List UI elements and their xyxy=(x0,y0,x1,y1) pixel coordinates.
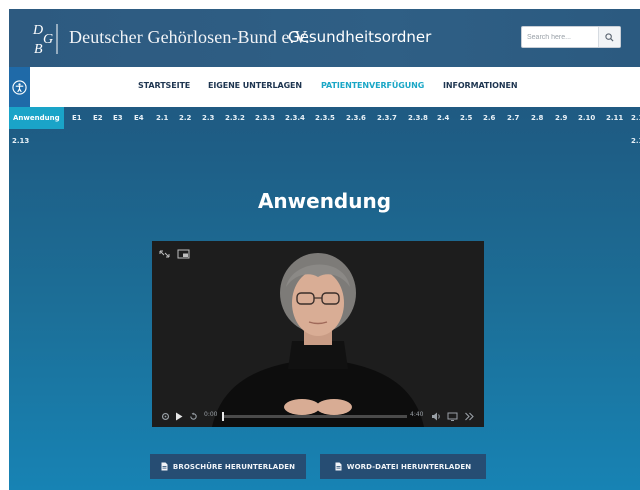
screen-icon xyxy=(447,412,457,421)
tab-anwendung[interactable]: Anwendung xyxy=(9,107,64,129)
progress-handle[interactable] xyxy=(222,412,224,421)
tab-2-3-8[interactable]: 2.3.8 xyxy=(408,107,428,129)
tab-2-13[interactable]: 2.13 xyxy=(12,133,29,149)
volume-button[interactable] xyxy=(430,411,442,421)
nav-item-eigene-unterlagen[interactable]: EIGENE UNTERLAGEN xyxy=(208,81,302,90)
play-button[interactable] xyxy=(174,411,184,421)
search-button[interactable] xyxy=(598,27,620,47)
more-button[interactable] xyxy=(463,411,475,421)
chapter-tabs-row2: 2.13 2.1 xyxy=(9,133,640,149)
tab-2-9[interactable]: 2.9 xyxy=(555,107,567,129)
tab-2-10[interactable]: 2.10 xyxy=(578,107,595,129)
video-frame-image xyxy=(152,241,484,427)
site-title[interactable]: Gesundheitsordner xyxy=(288,28,431,46)
tab-2-11[interactable]: 2.11 xyxy=(606,107,623,129)
tab-2-5[interactable]: 2.5 xyxy=(460,107,472,129)
svg-text:B: B xyxy=(34,42,43,56)
nav-item-startseite[interactable]: STARTSEITE xyxy=(138,81,190,90)
chapter-tabs: Anwendung E1 E2 E3 E4 2.1 2.2 2.3 2.3.2 … xyxy=(9,107,640,129)
tab-2-6[interactable]: 2.6 xyxy=(483,107,495,129)
replay-icon xyxy=(189,411,197,420)
download-word-button[interactable]: WORD-DATEI HERUNTERLADEN xyxy=(320,454,486,479)
current-time: 0:00 xyxy=(204,411,218,418)
site-header: D G B Deutscher Gehörlosen-Bund e.V. Ges… xyxy=(9,9,640,67)
settings-button[interactable] xyxy=(160,411,170,421)
video-controls: 0:00 4:40 xyxy=(152,405,484,427)
dgb-logo-icon[interactable]: D G B xyxy=(31,20,65,56)
tab-2-3-5[interactable]: 2.3.5 xyxy=(315,107,335,129)
chevron-right-double-icon xyxy=(464,412,474,420)
cast-button[interactable] xyxy=(446,411,458,421)
video-player[interactable]: 0:00 4:40 xyxy=(152,241,484,427)
tab-2-3-4[interactable]: 2.3.4 xyxy=(285,107,305,129)
tab-2-1[interactable]: 2.1 xyxy=(156,107,168,129)
search-box xyxy=(521,26,621,48)
tab-e3[interactable]: E3 xyxy=(113,107,123,129)
search-input[interactable] xyxy=(522,27,600,47)
file-icon xyxy=(335,462,342,471)
file-icon xyxy=(161,462,168,471)
fullscreen-toggle-icon[interactable] xyxy=(158,246,171,258)
tab-2-4[interactable]: 2.4 xyxy=(437,107,449,129)
tab-2-12-cut[interactable]: 2.1 xyxy=(631,107,640,129)
volume-icon xyxy=(431,412,440,420)
tab-2-3-2[interactable]: 2.3.2 xyxy=(225,107,245,129)
tab-2-8[interactable]: 2.8 xyxy=(531,107,543,129)
accessibility-icon xyxy=(12,79,27,95)
tab-e4[interactable]: E4 xyxy=(134,107,144,129)
accessibility-button[interactable] xyxy=(9,67,30,107)
tab-overflow-right[interactable]: 2.1 xyxy=(631,133,640,149)
nav-item-informationen[interactable]: INFORMATIONEN xyxy=(443,81,518,90)
download-word-label: WORD-DATEI HERUNTERLADEN xyxy=(346,462,472,471)
app-frame: D G B Deutscher Gehörlosen-Bund e.V. Ges… xyxy=(9,9,640,490)
tab-2-2[interactable]: 2.2 xyxy=(179,107,191,129)
tab-2-7[interactable]: 2.7 xyxy=(507,107,519,129)
tab-2-3[interactable]: 2.3 xyxy=(202,107,214,129)
search-icon xyxy=(605,32,614,42)
download-brochure-button[interactable]: BROSCHÜRE HERUNTERLADEN xyxy=(150,454,306,479)
main-nav: STARTSEITE EIGENE UNTERLAGEN PATIENTENVE… xyxy=(9,67,640,107)
svg-text:G: G xyxy=(43,32,53,47)
svg-text:D: D xyxy=(32,23,43,38)
replay-button[interactable] xyxy=(188,411,198,421)
video-top-controls xyxy=(158,246,190,259)
tab-e1[interactable]: E1 xyxy=(72,107,82,129)
tab-2-3-6[interactable]: 2.3.6 xyxy=(346,107,366,129)
download-brochure-label: BROSCHÜRE HERUNTERLADEN xyxy=(172,462,296,471)
org-name[interactable]: Deutscher Gehörlosen-Bund e.V. xyxy=(69,27,310,48)
tab-2-3-3[interactable]: 2.3.3 xyxy=(255,107,275,129)
page-title: Anwendung xyxy=(257,189,392,213)
tab-2-3-7[interactable]: 2.3.7 xyxy=(377,107,397,129)
settings-icon xyxy=(161,412,169,420)
tab-e2[interactable]: E2 xyxy=(93,107,103,129)
picture-in-picture-icon[interactable] xyxy=(177,246,190,259)
progress-bar[interactable] xyxy=(222,412,407,421)
play-icon xyxy=(176,412,183,420)
duration: 4:40 xyxy=(410,411,424,418)
nav-item-patientenverfuegung[interactable]: PATIENTENVERFÜGUNG xyxy=(321,81,424,90)
